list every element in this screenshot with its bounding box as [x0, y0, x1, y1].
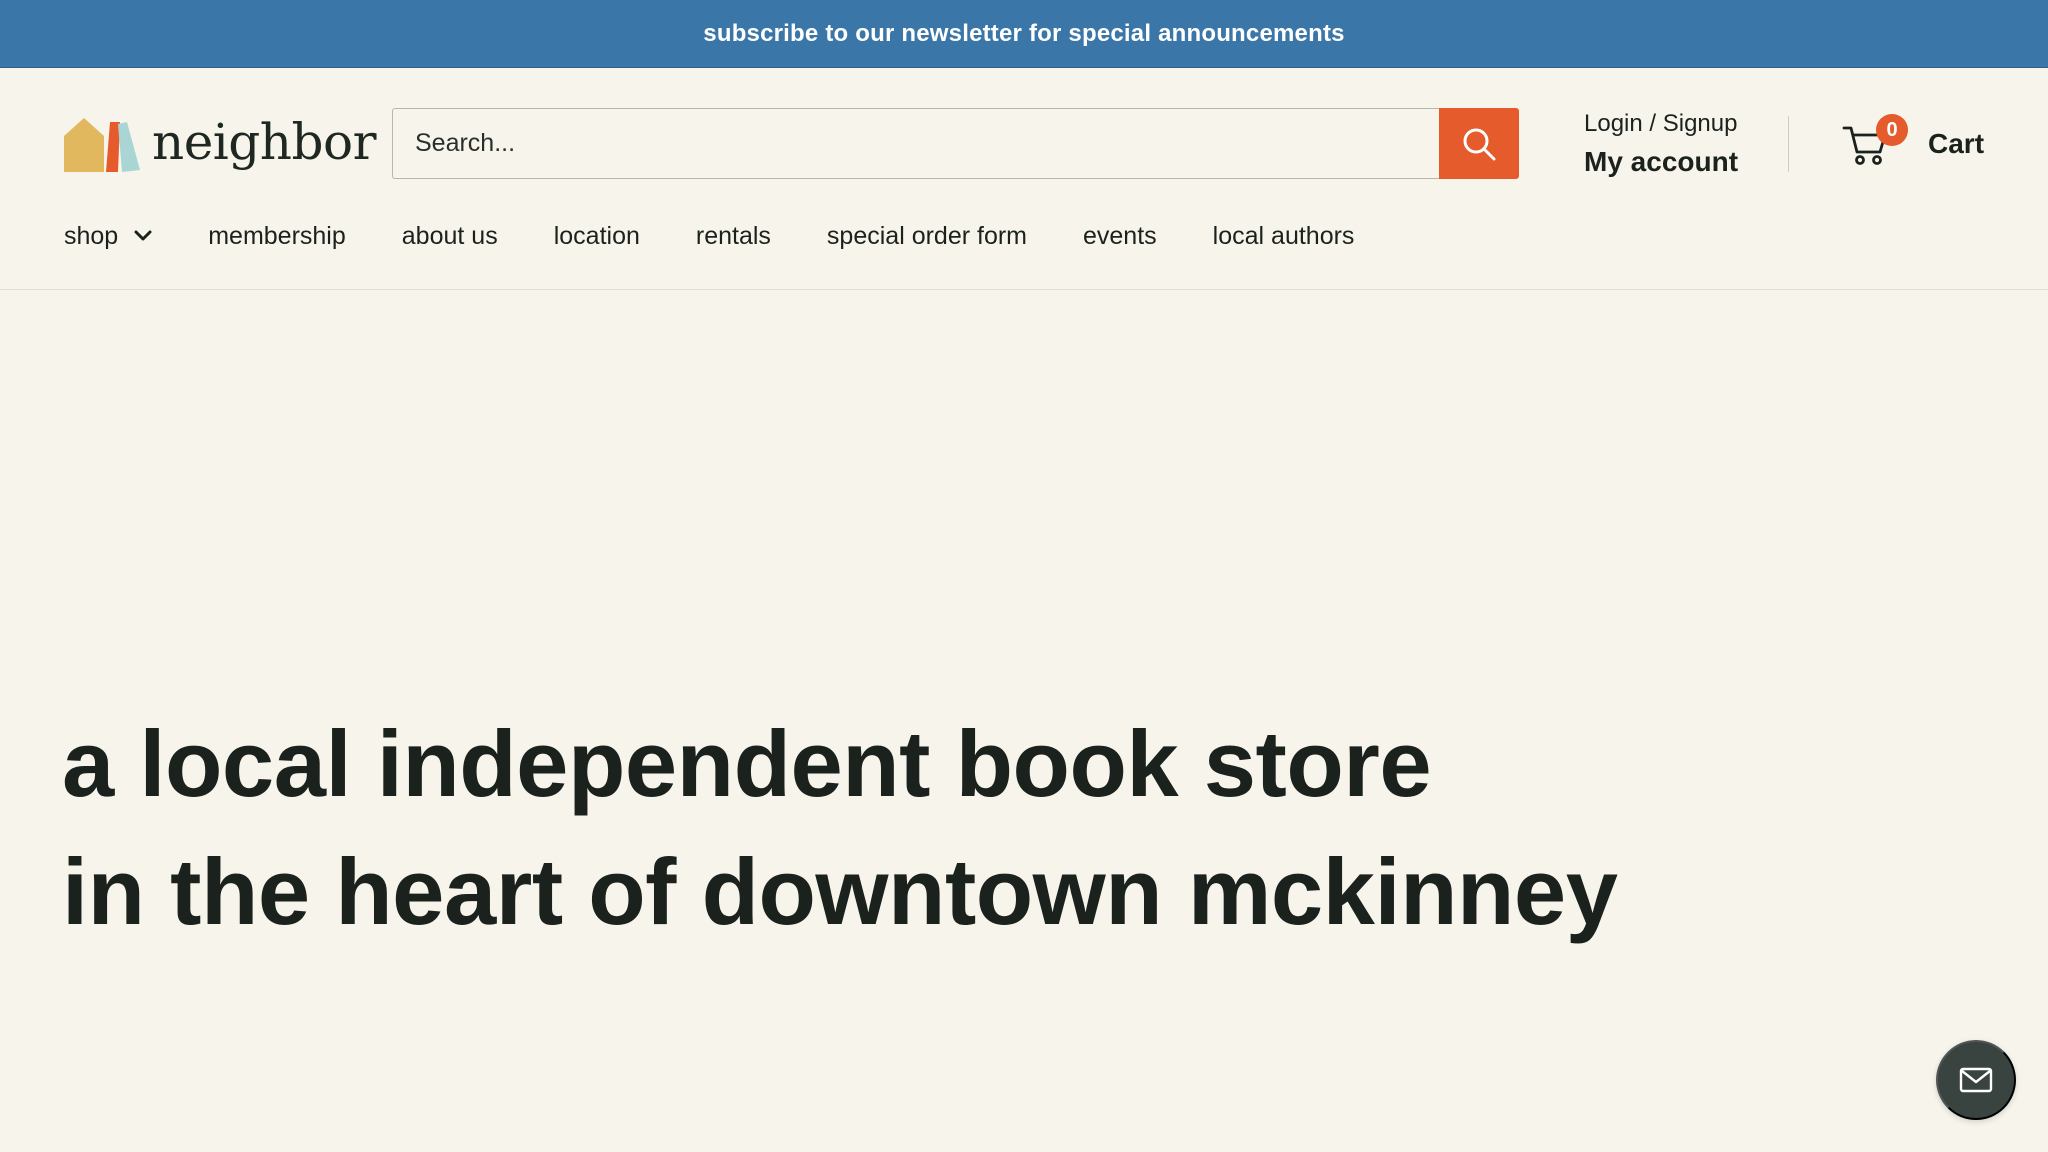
search-bar: [392, 108, 1519, 179]
login-signup-link[interactable]: Login / Signup: [1584, 106, 1784, 142]
hero-heading: a local independent book store in the he…: [62, 700, 1762, 956]
search-button[interactable]: [1439, 108, 1519, 179]
hero-section: a local independent book store in the he…: [62, 700, 1762, 956]
hero-line-1: a local independent book store: [62, 711, 1432, 816]
announcement-bar[interactable]: subscribe to our newsletter for special …: [0, 0, 2048, 68]
account-links: Login / Signup My account: [1584, 106, 1784, 182]
logo-mark-icon: [64, 118, 140, 172]
cart-link[interactable]: 0 Cart: [1842, 112, 2002, 176]
hero-line-2: in the heart of downtown mckinney: [62, 839, 1618, 944]
logo-text: neighbor: [152, 113, 377, 171]
announcement-text[interactable]: subscribe to our newsletter for special …: [703, 20, 1344, 48]
nav-item-location[interactable]: location: [554, 222, 640, 251]
cart-icon-wrap: 0: [1842, 114, 1908, 168]
nav-item-special-order-form[interactable]: special order form: [827, 222, 1027, 251]
header-divider: [1788, 116, 1789, 172]
chevron-down-icon: [134, 230, 152, 241]
search-icon: [1463, 128, 1496, 160]
search-input[interactable]: [392, 108, 1439, 179]
nav-item-label: shop: [64, 221, 119, 250]
logo[interactable]: neighbor: [64, 114, 377, 174]
cart-count-badge: 0: [1876, 114, 1908, 146]
nav-item-rentals[interactable]: rentals: [696, 222, 771, 251]
nav-item-shop[interactable]: shop: [64, 222, 152, 251]
contact-chat-button[interactable]: [1936, 1040, 2016, 1120]
nav-item-local-authors[interactable]: local authors: [1213, 222, 1355, 251]
my-account-link[interactable]: My account: [1584, 142, 1784, 182]
main-nav: shop membership about us location rental…: [64, 216, 1410, 256]
mail-icon: [1959, 1067, 1993, 1093]
site-header: neighbor Login / Signup My account 0 Car…: [0, 68, 2048, 290]
cart-label: Cart: [1928, 128, 1985, 159]
nav-item-membership[interactable]: membership: [208, 222, 346, 251]
nav-item-events[interactable]: events: [1083, 222, 1157, 251]
nav-item-about-us[interactable]: about us: [402, 222, 498, 251]
